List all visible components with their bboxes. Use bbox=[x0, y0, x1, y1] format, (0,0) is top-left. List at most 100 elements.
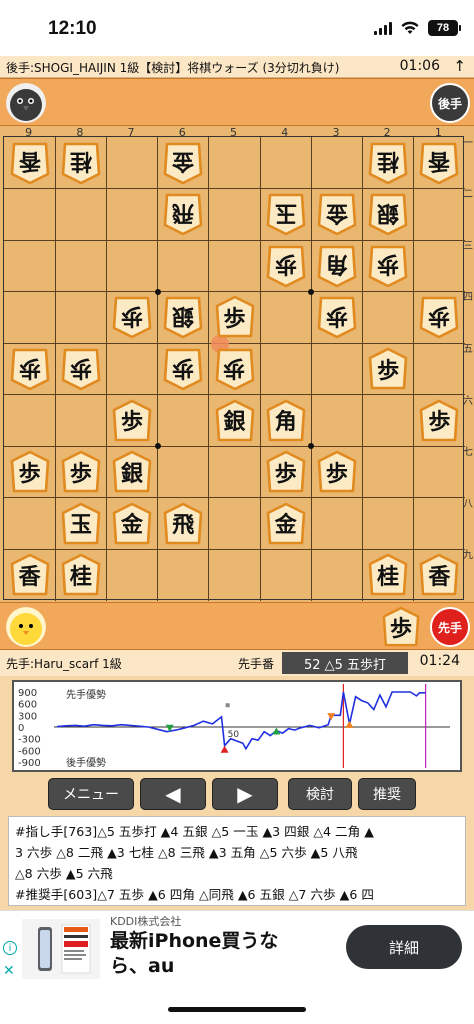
rank-label: 二 bbox=[463, 189, 473, 201]
sente-piece[interactable]: 飛 bbox=[163, 502, 203, 546]
star-point bbox=[308, 443, 315, 450]
sente-piece[interactable]: 桂 bbox=[368, 553, 408, 597]
sente-piece[interactable]: 歩 bbox=[419, 399, 459, 443]
sente-piece[interactable]: 玉 bbox=[61, 502, 101, 546]
gote-piece[interactable]: 銀 bbox=[163, 295, 203, 339]
crow-avatar-icon[interactable] bbox=[6, 83, 46, 123]
gote-piece[interactable]: 歩 bbox=[10, 347, 50, 391]
piece-char: 桂 bbox=[69, 148, 92, 175]
graph-marker bbox=[345, 720, 354, 728]
gote-piece[interactable]: 香 bbox=[10, 141, 50, 185]
gote-clock: 01:06 bbox=[399, 58, 440, 74]
graph-y-label: 900 bbox=[18, 688, 37, 699]
home-indicator-area bbox=[0, 986, 474, 1024]
gote-piece[interactable]: 銀 bbox=[368, 192, 408, 236]
sente-piece[interactable]: 歩 bbox=[317, 450, 357, 494]
current-move-display[interactable]: 52 △5 五歩打 bbox=[282, 652, 408, 674]
sente-piece[interactable]: 銀 bbox=[112, 450, 152, 494]
menu-button[interactable]: メニュー bbox=[48, 778, 134, 810]
sente-piece[interactable]: 歩 bbox=[368, 347, 408, 391]
prev-move-button[interactable]: ◀ bbox=[140, 778, 206, 810]
chick-avatar-icon[interactable] bbox=[6, 607, 46, 647]
sente-piece[interactable]: 歩 bbox=[112, 399, 152, 443]
piece-char: 玉 bbox=[274, 199, 297, 226]
arrow-up-icon[interactable]: ↑ bbox=[453, 57, 466, 75]
sente-piece[interactable]: 歩 bbox=[266, 450, 306, 494]
sente-clock: 01:24 bbox=[419, 653, 460, 669]
gote-piece[interactable]: 歩 bbox=[112, 295, 152, 339]
sente-piece[interactable]: 角 bbox=[266, 399, 306, 443]
file-label: 2 bbox=[383, 126, 391, 139]
gote-piece[interactable]: 金 bbox=[163, 141, 203, 185]
gote-piece[interactable]: 玉 bbox=[266, 192, 306, 236]
ad-info-icon[interactable]: i bbox=[3, 941, 17, 955]
file-label: 4 bbox=[281, 126, 289, 139]
status-bar: 12:10 78 bbox=[0, 0, 474, 56]
sente-piece[interactable]: 歩 bbox=[10, 450, 50, 494]
ad-headline[interactable]: 最新iPhone買うなら、au bbox=[110, 929, 310, 979]
piece-char: 歩 bbox=[389, 615, 412, 642]
graph-y-label: -600 bbox=[18, 746, 41, 757]
piece-char: 歩 bbox=[69, 460, 92, 487]
evaluation-graph[interactable]: 900 600 300 0 -300 -600 -900 先手優勢 後手優勢 50 bbox=[12, 680, 462, 772]
sente-piece[interactable]: 歩 bbox=[215, 295, 255, 339]
gote-piece[interactable]: 桂 bbox=[368, 141, 408, 185]
rank-label: 七 bbox=[463, 447, 473, 459]
gote-piece[interactable]: 飛 bbox=[163, 192, 203, 236]
gote-piece[interactable]: 桂 bbox=[61, 141, 101, 185]
home-indicator[interactable] bbox=[168, 1007, 306, 1012]
gote-piece[interactable]: 香 bbox=[419, 141, 459, 185]
graph-gote-label: 後手優勢 bbox=[66, 756, 106, 769]
file-label: 5 bbox=[230, 126, 237, 139]
ad-banner[interactable]: i ✕ KDDI株式会社 最新iPhone買うなら、au 詳細 bbox=[0, 910, 474, 986]
piece-char: 香 bbox=[428, 148, 451, 175]
status-icons: 78 bbox=[374, 20, 461, 36]
piece-char: 香 bbox=[18, 148, 41, 175]
gote-piece[interactable]: 角 bbox=[317, 244, 357, 288]
gote-piece[interactable]: 歩 bbox=[163, 347, 203, 391]
piece-char: 金 bbox=[121, 512, 144, 539]
gote-piece[interactable]: 歩 bbox=[419, 295, 459, 339]
sente-piece[interactable]: 桂 bbox=[61, 553, 101, 597]
sente-badge: 先手 bbox=[430, 607, 470, 647]
grid-line bbox=[4, 445, 465, 447]
sente-piece[interactable]: 歩 bbox=[61, 450, 101, 494]
gote-piece[interactable]: 歩 bbox=[215, 347, 255, 391]
piece-char: 歩 bbox=[428, 409, 451, 436]
file-label: 3 bbox=[332, 126, 340, 139]
gote-badge: 後手 bbox=[430, 83, 470, 123]
ad-details-button[interactable]: 詳細 bbox=[346, 925, 462, 969]
hand-piece[interactable]: 歩 bbox=[382, 606, 420, 648]
ad-close-icon[interactable]: ✕ bbox=[3, 963, 15, 979]
gote-piece[interactable]: 歩 bbox=[317, 295, 357, 339]
grid-line bbox=[4, 188, 465, 190]
sente-piece[interactable]: 金 bbox=[266, 502, 306, 546]
grid-line bbox=[4, 342, 465, 344]
piece-char: 銀 bbox=[223, 409, 246, 436]
grid-line bbox=[105, 137, 107, 601]
sente-piece[interactable]: 香 bbox=[419, 553, 459, 597]
grid-line bbox=[259, 137, 261, 601]
star-point bbox=[154, 288, 161, 295]
recommend-button[interactable]: 推奨 bbox=[358, 778, 416, 810]
file-label: 7 bbox=[127, 126, 135, 139]
graph-mid-marker: 50 bbox=[228, 730, 240, 740]
sente-piece[interactable]: 銀 bbox=[215, 399, 255, 443]
piece-char: 銀 bbox=[121, 460, 144, 487]
move-list-text[interactable]: #指し手[763]△5 五歩打 ▲4 五銀 △5 一玉 ▲3 四銀 △4 二角 … bbox=[8, 816, 466, 906]
piece-char: 歩 bbox=[274, 460, 297, 487]
sente-piece[interactable]: 金 bbox=[112, 502, 152, 546]
sente-piece[interactable]: 香 bbox=[10, 553, 50, 597]
cellular-signal-icon bbox=[374, 21, 392, 35]
gote-piece[interactable]: 歩 bbox=[368, 244, 408, 288]
next-move-button[interactable]: ▶ bbox=[212, 778, 278, 810]
move-list-line: △8 六歩 ▲5 六飛 bbox=[15, 866, 113, 881]
piece-char: 歩 bbox=[121, 409, 144, 436]
review-button[interactable]: 検討 bbox=[288, 778, 352, 810]
piece-char: 歩 bbox=[172, 354, 195, 381]
gote-piece[interactable]: 歩 bbox=[61, 347, 101, 391]
graph-y-label: 0 bbox=[18, 723, 24, 734]
gote-piece[interactable]: 歩 bbox=[266, 244, 306, 288]
shogi-board[interactable]: 香桂金桂香飛玉金銀歩角歩歩銀歩歩歩歩歩歩歩歩歩銀角歩歩歩銀歩歩玉金飛金香桂桂香 bbox=[3, 136, 465, 601]
gote-piece[interactable]: 金 bbox=[317, 192, 357, 236]
